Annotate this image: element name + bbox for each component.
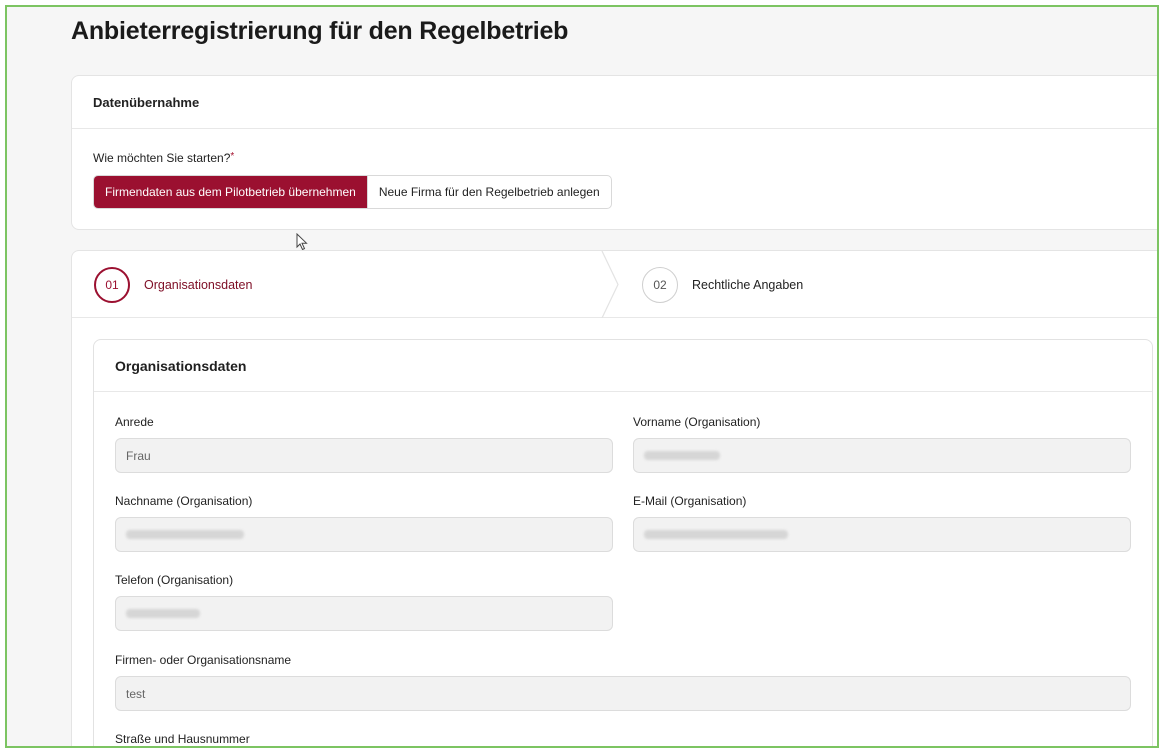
start-question-label: Wie möchten Sie starten?* bbox=[93, 151, 235, 165]
anrede-input[interactable]: Frau bbox=[115, 438, 613, 473]
page-title: Anbieterregistrierung für den Regelbetri… bbox=[71, 17, 569, 45]
option-new-company[interactable]: Neue Firma für den Regelbetrieb anlegen bbox=[366, 176, 611, 208]
field-label: Telefon (Organisation) bbox=[115, 573, 234, 587]
data-takeover-title: Datenübernahme bbox=[72, 76, 1157, 129]
vorname-input[interactable] bbox=[633, 438, 1131, 473]
step-number: 01 bbox=[94, 266, 130, 303]
step-label: Rechtliche Angaben bbox=[692, 277, 804, 292]
firmenname-input[interactable]: test bbox=[115, 676, 1131, 711]
step-rechtliche-angaben[interactable]: 02 Rechtliche Angaben bbox=[642, 251, 803, 318]
required-mark: * bbox=[230, 151, 235, 162]
mouse-cursor-icon bbox=[296, 233, 308, 251]
organisation-data-section: Organisationsdaten Anrede Frau Vorname (… bbox=[93, 339, 1153, 746]
field-label: Anrede bbox=[115, 415, 154, 429]
step-number: 02 bbox=[642, 266, 678, 303]
field-email: E-Mail (Organisation) bbox=[633, 494, 1131, 552]
redacted-value bbox=[644, 530, 788, 539]
option-take-over-pilot-data[interactable]: Firmendaten aus dem Pilotbetrieb überneh… bbox=[94, 176, 367, 208]
data-takeover-card: Datenübernahme Wie möchten Sie starten?*… bbox=[71, 75, 1157, 230]
field-strasse: Straße und Hausnummer bbox=[115, 732, 1131, 746]
field-label: Firmen- oder Organisationsname bbox=[115, 653, 292, 667]
field-anrede: Anrede Frau bbox=[115, 415, 613, 473]
field-label: Nachname (Organisation) bbox=[115, 494, 253, 508]
nachname-input[interactable] bbox=[115, 517, 613, 552]
field-label: Vorname (Organisation) bbox=[633, 415, 761, 429]
step-label: Organisationsdaten bbox=[144, 277, 253, 292]
registration-form-card: 01 Organisationsdaten 02 Rechtliche Anga… bbox=[71, 250, 1157, 746]
field-nachname: Nachname (Organisation) bbox=[115, 494, 613, 552]
stepper: 01 Organisationsdaten 02 Rechtliche Anga… bbox=[72, 251, 1157, 318]
screenshot-frame: Anbieterregistrierung für den Regelbetri… bbox=[5, 5, 1159, 748]
redacted-value bbox=[644, 451, 720, 460]
field-label: Straße und Hausnummer bbox=[115, 732, 250, 746]
field-label: E-Mail (Organisation) bbox=[633, 494, 747, 508]
section-title: Organisationsdaten bbox=[94, 340, 1152, 392]
redacted-value bbox=[126, 609, 200, 618]
field-telefon: Telefon (Organisation) bbox=[115, 573, 613, 631]
step-organisationsdaten[interactable]: 01 Organisationsdaten bbox=[94, 251, 252, 318]
email-input[interactable] bbox=[633, 517, 1131, 552]
telefon-input[interactable] bbox=[115, 596, 613, 631]
step-chevron-divider bbox=[601, 251, 619, 318]
field-firmenname: Firmen- oder Organisationsname test bbox=[115, 653, 1131, 711]
start-option-toggle: Firmendaten aus dem Pilotbetrieb überneh… bbox=[93, 175, 612, 209]
field-vorname: Vorname (Organisation) bbox=[633, 415, 1131, 473]
redacted-value bbox=[126, 530, 244, 539]
